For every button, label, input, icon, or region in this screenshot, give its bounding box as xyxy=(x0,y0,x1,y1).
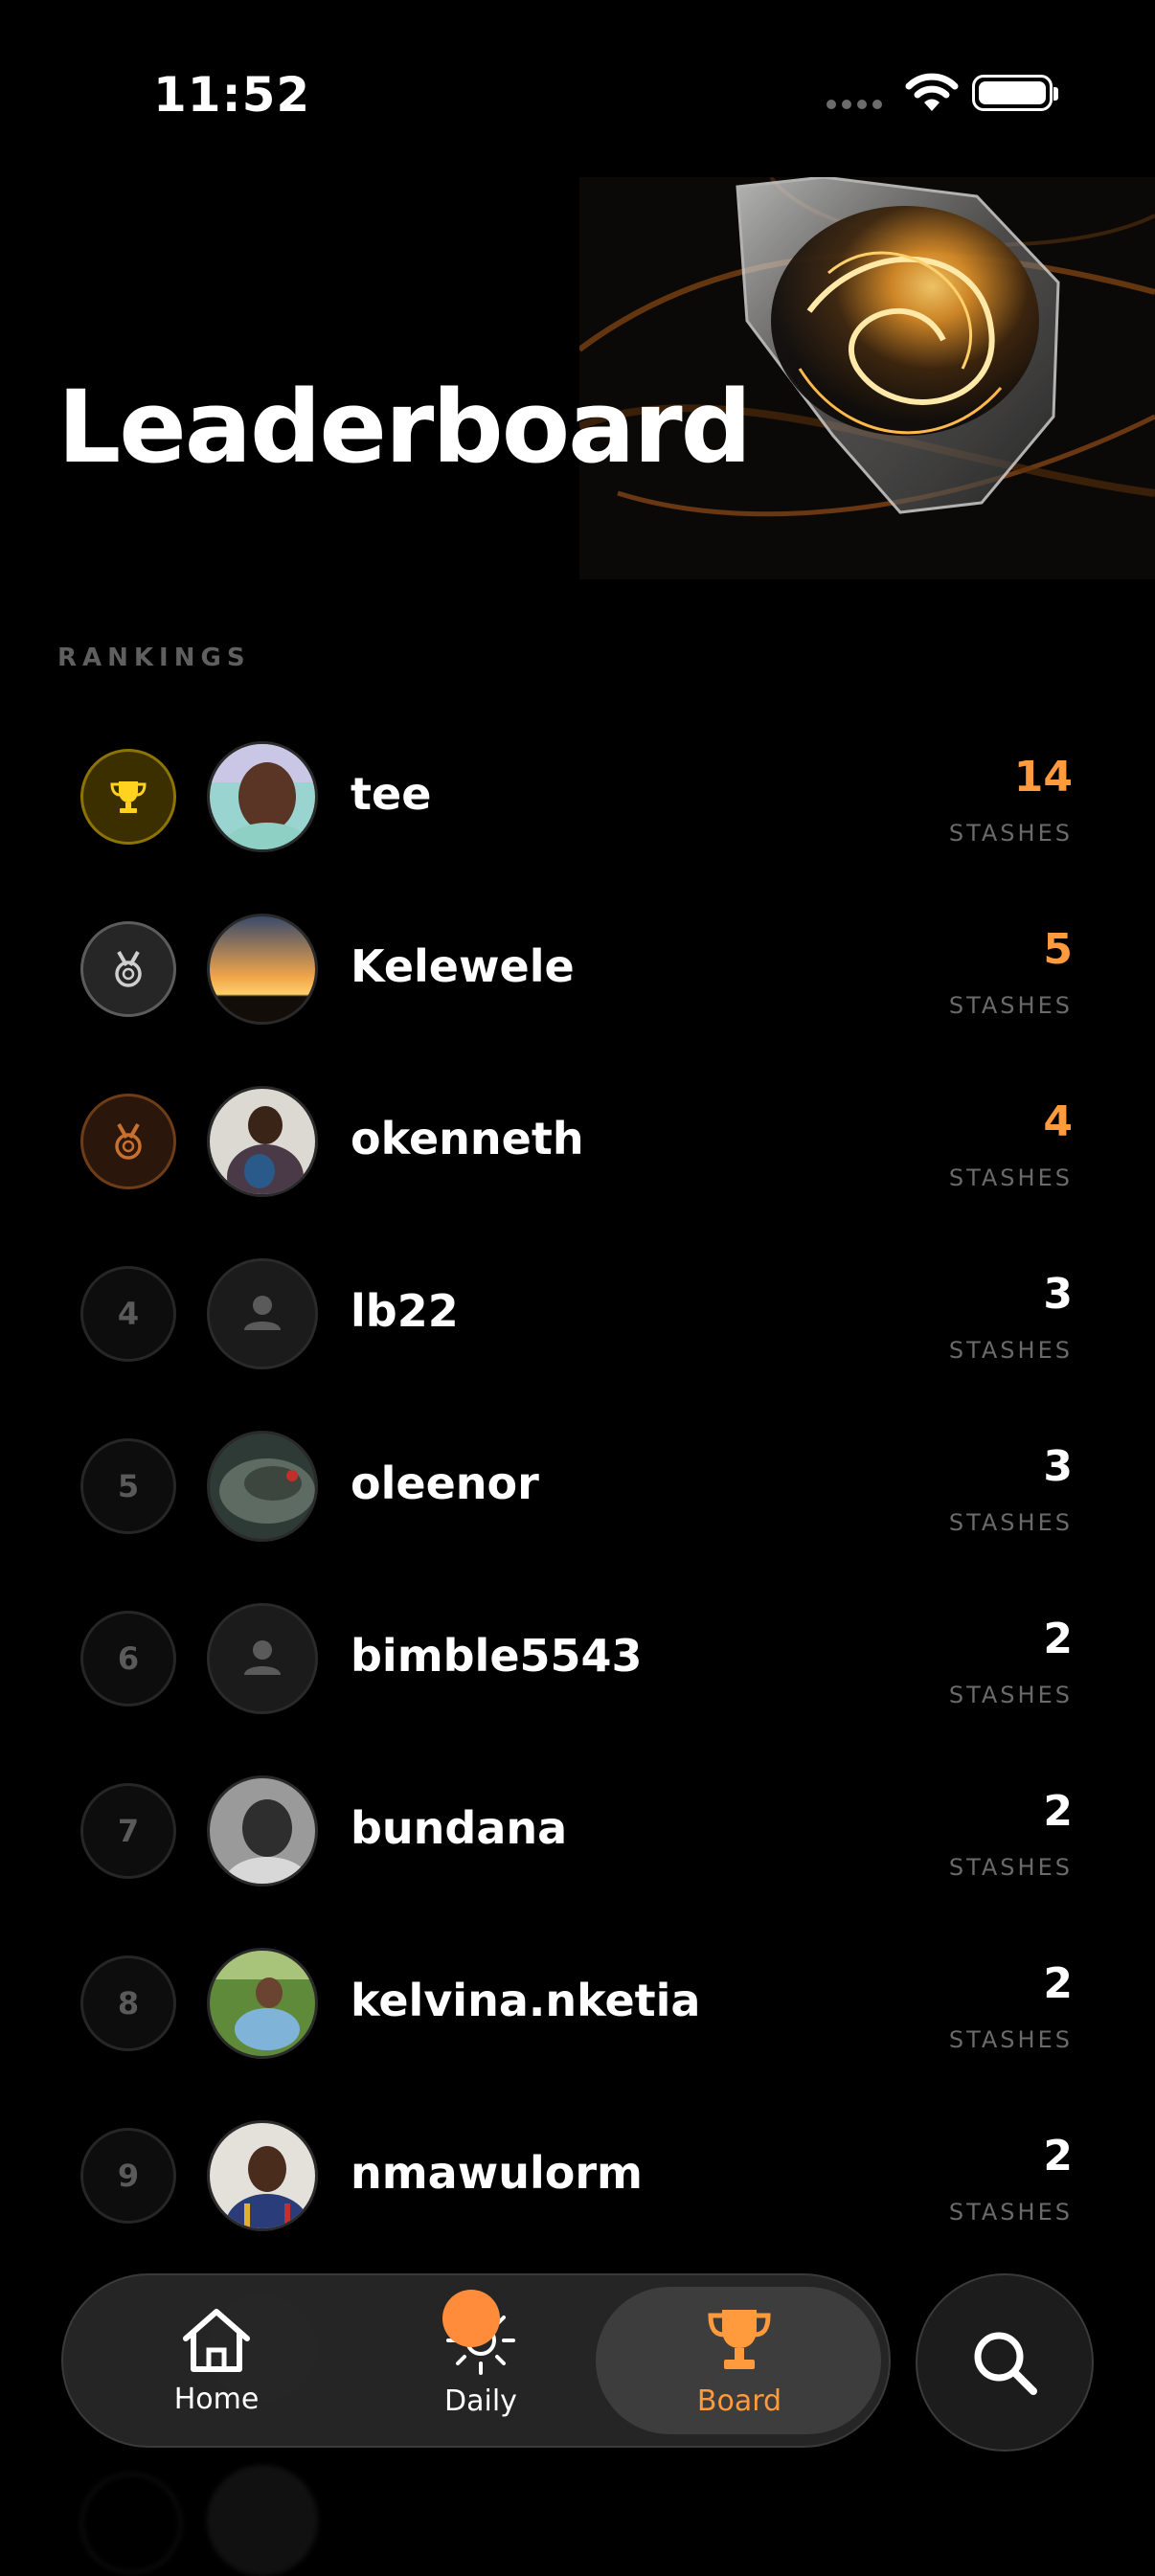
rankings-list: tee 14 STASHES Kelewele 5 STASHES okenne… xyxy=(0,711,1155,2262)
user-icon xyxy=(210,1261,315,1367)
leaderboard-row[interactable]: 5 oleenor 3 STASHES xyxy=(0,1400,1155,1572)
avatar xyxy=(207,914,318,1025)
status-bar: 11:52 xyxy=(0,0,1155,182)
score-unit: STASHES xyxy=(948,1682,1073,1708)
rank-number: 6 xyxy=(80,1611,176,1706)
score-value: 4 xyxy=(1043,1097,1073,1146)
score-value: 3 xyxy=(1043,1270,1073,1319)
score-value: 2 xyxy=(1043,2132,1073,2181)
username: bimble5543 xyxy=(351,1630,643,1682)
score-value: 2 xyxy=(1043,1787,1073,1836)
leaderboard-row[interactable]: 6 bimble5543 2 STASHES xyxy=(0,1572,1155,1745)
username: tee xyxy=(351,768,432,820)
medal-icon xyxy=(115,951,142,987)
search-icon xyxy=(974,2332,1037,2395)
tab-home[interactable]: Home xyxy=(121,2275,312,2446)
score-unit: STASHES xyxy=(948,2199,1073,2226)
rank-number: 4 xyxy=(80,1266,176,1362)
leaderboard-row[interactable]: 8 kelvina.nketia 2 STASHES xyxy=(0,1917,1155,2090)
trophy-badge xyxy=(80,749,176,845)
avatar xyxy=(207,1431,318,1542)
section-label: RANKINGS xyxy=(57,644,251,672)
username: Kelewele xyxy=(351,940,575,992)
leaderboard-row[interactable]: 7 bundana 2 STASHES xyxy=(0,1745,1155,1917)
medal-badge xyxy=(80,1094,176,1189)
score-unit: STASHES xyxy=(948,820,1073,847)
leaderboard-row[interactable]: 4 lb22 3 STASHES xyxy=(0,1228,1155,1400)
rank-number: 9 xyxy=(80,2128,176,2224)
avatar-placeholder xyxy=(207,1258,318,1369)
trophy-icon xyxy=(110,781,147,813)
username: bundana xyxy=(351,1802,568,1854)
rank-number: 7 xyxy=(80,1783,176,1879)
tab-daily-label: Daily xyxy=(444,2384,517,2418)
home-icon xyxy=(183,2308,250,2372)
rank-number: 5 xyxy=(80,1438,176,1534)
username: lb22 xyxy=(351,1285,459,1337)
search-button[interactable] xyxy=(916,2273,1094,2452)
username: okenneth xyxy=(351,1113,584,1164)
avatar xyxy=(207,1086,318,1197)
notification-badge xyxy=(442,2290,500,2347)
status-time: 11:52 xyxy=(153,67,311,123)
leaderboard-row[interactable]: 9 nmawulorm 2 STASHES xyxy=(0,2090,1155,2262)
username: oleenor xyxy=(351,1457,539,1509)
avatar xyxy=(207,741,318,852)
trophy-icon xyxy=(708,2309,771,2369)
user-icon xyxy=(210,1606,315,1711)
username: nmawulorm xyxy=(351,2147,643,2199)
avatar xyxy=(207,2120,318,2231)
leaderboard-row[interactable]: tee 14 STASHES xyxy=(0,711,1155,883)
score-value: 2 xyxy=(1043,1959,1073,2008)
leaderboard-row[interactable]: Kelewele 5 STASHES xyxy=(0,883,1155,1055)
avatar xyxy=(207,1948,318,2059)
score-value: 14 xyxy=(1013,753,1073,802)
wifi-icon xyxy=(905,73,959,111)
score-unit: STASHES xyxy=(948,1337,1073,1364)
leaderboard-row[interactable]: okenneth 4 STASHES xyxy=(0,1055,1155,1228)
score-unit: STASHES xyxy=(948,1509,1073,1536)
cellular-signal-icon xyxy=(827,100,882,109)
score-unit: STASHES xyxy=(948,992,1073,1019)
medal-icon xyxy=(115,1123,142,1160)
rank-number: 8 xyxy=(80,1955,176,2051)
tab-home-label: Home xyxy=(173,2382,260,2416)
score-unit: STASHES xyxy=(948,2026,1073,2053)
score-value: 5 xyxy=(1043,925,1073,974)
tab-board[interactable]: Board xyxy=(596,2275,883,2446)
score-unit: STASHES xyxy=(948,1854,1073,1881)
username: kelvina.nketia xyxy=(351,1975,701,2026)
score-value: 2 xyxy=(1043,1615,1073,1663)
avatar xyxy=(207,1775,318,1887)
medal-badge xyxy=(80,921,176,1017)
score-unit: STASHES xyxy=(948,1164,1073,1191)
battery-icon xyxy=(972,75,1058,111)
page-title: Leaderboard xyxy=(57,369,752,486)
tab-board-label: Board xyxy=(696,2384,782,2418)
score-value: 3 xyxy=(1043,1442,1073,1491)
avatar-placeholder xyxy=(207,1603,318,1714)
